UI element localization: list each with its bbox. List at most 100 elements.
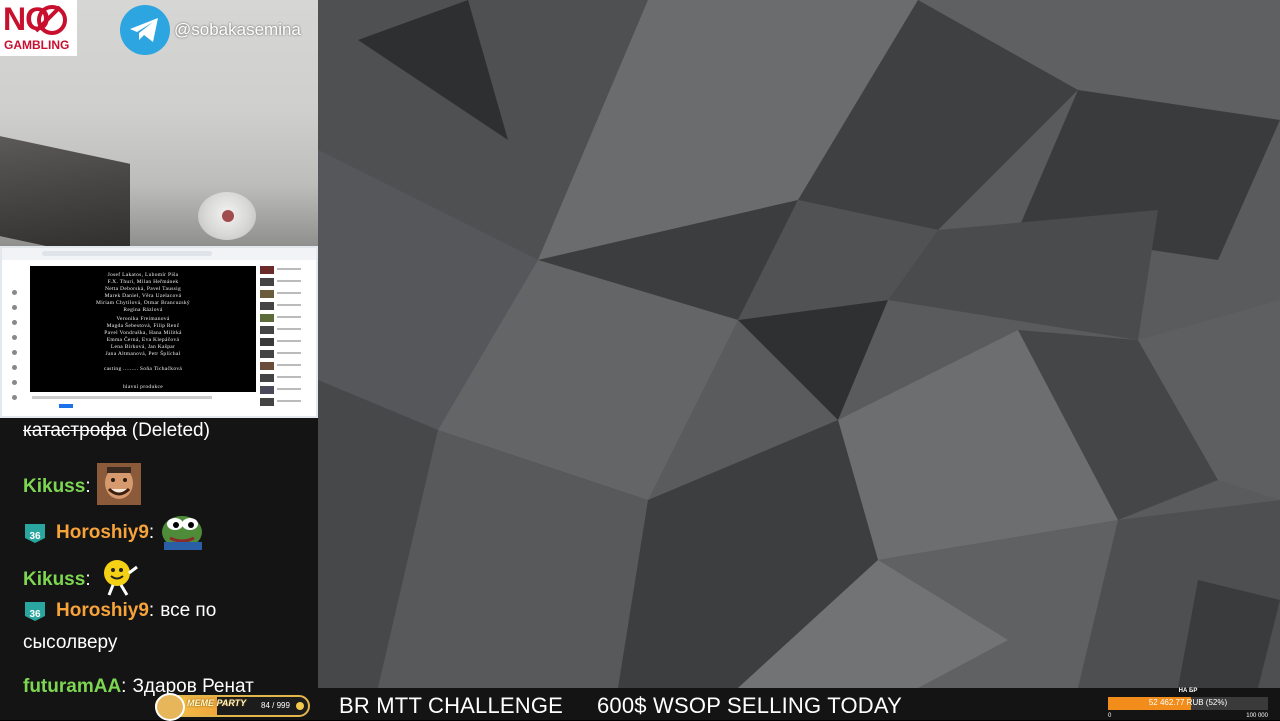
rail-icon	[12, 320, 17, 325]
ceiling-lamp-center	[222, 210, 234, 222]
chat-message: Kikuss :	[23, 463, 141, 511]
credit-line: Miriam Chytilová, Otmar Brancuzský	[96, 300, 190, 306]
chat-colon: :	[148, 600, 155, 621]
chat-username: futuramAA	[23, 676, 122, 697]
subscriber-badge: 36	[23, 522, 47, 544]
video-thumbnail	[260, 386, 274, 394]
video-thumbnail	[260, 362, 274, 370]
video-title-line	[277, 364, 301, 366]
chat-colon: :	[148, 522, 155, 543]
doge-icon	[155, 693, 185, 721]
credit-line: Regina Rázlová	[123, 307, 163, 313]
credit-line: Lena Birková, Jan Kašpar	[110, 344, 176, 350]
no-sign-icon	[37, 5, 67, 35]
video-title-line	[277, 328, 301, 330]
video-thumbnail	[260, 266, 274, 274]
rail-icon	[12, 365, 17, 370]
goal-progress-bar: 52 462.77 RUB (52%)	[1108, 697, 1268, 710]
screen-capture: Josef Lakatos, Lubomír Piša F.X. Thuri, …	[0, 246, 318, 418]
chat-message: 36 Horoshiy9 : все по	[23, 600, 216, 622]
subscribe-button	[59, 404, 73, 408]
webcam-wall-shadow	[0, 136, 130, 246]
chat-colon: :	[85, 569, 91, 590]
ticker-item: BR MTT CHALLENGE	[339, 693, 564, 718]
donation-goal: НА БР 52 462.77 RUB (52%) 0 100 000	[1108, 688, 1268, 720]
stream-background	[318, 0, 1280, 688]
video-thumbnail	[260, 338, 274, 346]
goal-max: 100 000	[1246, 713, 1268, 719]
badge-number: 36	[29, 609, 41, 620]
telegram-icon	[120, 5, 170, 55]
video-thumbnail	[260, 326, 274, 334]
video-thumbnail	[260, 302, 274, 310]
no-gambling-bottom: GAMBLING	[4, 38, 70, 52]
video-title-line	[277, 280, 301, 282]
browser-left-rail	[2, 260, 28, 416]
chat-username: Kikuss	[23, 569, 86, 590]
video-thumbnail	[260, 314, 274, 322]
goal-min: 0	[1108, 713, 1112, 719]
video-thumbnail	[260, 290, 274, 298]
ticker-item: 600$ WSOP SELLING TODAY	[597, 693, 902, 718]
chat-message-text: все по	[160, 600, 217, 621]
no-gambling-badge: NO GAMBLING	[0, 0, 77, 56]
geometric-pattern	[318, 0, 1280, 688]
rail-icon	[12, 335, 17, 340]
video-thumbnail	[260, 278, 274, 286]
chat-username: Horoshiy9	[56, 600, 149, 621]
rail-icon	[12, 290, 17, 295]
video-player: Josef Lakatos, Lubomír Piša F.X. Thuri, …	[30, 266, 256, 392]
deleted-label: (Deleted)	[126, 420, 210, 441]
video-title-line	[277, 304, 301, 306]
recommended-videos	[260, 266, 316, 416]
chat-colon: :	[121, 676, 127, 697]
meme-face-emote	[96, 463, 141, 511]
video-title-line	[277, 400, 301, 402]
rail-icon	[12, 305, 17, 310]
chat-message-text: сысолверу	[23, 632, 118, 653]
credit-line: Marek Daniel, Věra Uzelacová	[104, 293, 182, 299]
deleted-message-text: катастрофа	[23, 420, 127, 441]
rail-icon	[12, 395, 17, 400]
credit-line: Magda Šebestová, Filip Renč	[106, 323, 180, 329]
chat-message: катастрофа (Deleted)	[23, 420, 210, 442]
pepe-emote	[160, 510, 206, 556]
rail-icon	[12, 380, 17, 385]
credit-line: Jana Altmanová, Petr Šplíchal	[105, 351, 181, 357]
credit-line: hlavní produkce	[122, 384, 164, 390]
video-title-line	[277, 376, 301, 378]
chat-message-continuation: сысолверу	[23, 632, 117, 654]
telegram-link: @sobakasemina	[120, 5, 301, 55]
goal-title: НА БР	[1178, 688, 1198, 694]
webcam-feed: NO GAMBLING @sobakasemina	[0, 0, 318, 246]
chat-colon: :	[85, 476, 91, 497]
subscriber-badge: 36	[23, 600, 47, 622]
dancing-mm-emote	[97, 555, 141, 605]
credit-line: Josef Lakatos, Lubomír Piša	[107, 272, 179, 278]
chat-username: Horoshiy9	[56, 522, 149, 543]
credit-line: F.X. Thuri, Milan Heřmánek	[107, 279, 179, 285]
credit-line: Nettа Deborská, Pavel Taussig	[104, 286, 182, 292]
credit-line: Pavel Vondruška, Hana Militká	[104, 330, 182, 336]
credit-line: Veronika Freimanová	[116, 316, 170, 322]
credit-line: Emma Černá, Eva Klepáčová	[106, 337, 180, 343]
chat-username: Kikuss	[23, 476, 86, 497]
video-thumbnail	[260, 350, 274, 358]
video-title-line	[277, 268, 301, 270]
video-title-line	[277, 340, 301, 342]
credit-line: casting ......... Soňa Tichačková	[103, 366, 183, 372]
video-thumbnail	[260, 398, 274, 406]
video-title-line	[277, 388, 301, 390]
video-thumbnail	[260, 374, 274, 382]
video-title-line	[277, 316, 301, 318]
telegram-handle: @sobakasemina	[174, 20, 301, 39]
badge-number: 36	[29, 531, 41, 542]
chat-panel: катастрофа (Deleted) Kikuss : 36 Horoshi…	[0, 418, 318, 720]
video-title-bar	[32, 396, 212, 399]
chat-message: Kikuss :	[23, 555, 141, 605]
video-title-line	[277, 352, 301, 354]
video-title-line	[277, 292, 301, 294]
meme-party-count: 84 / 999	[261, 701, 290, 710]
rail-icon	[12, 350, 17, 355]
address-bar	[42, 251, 212, 256]
